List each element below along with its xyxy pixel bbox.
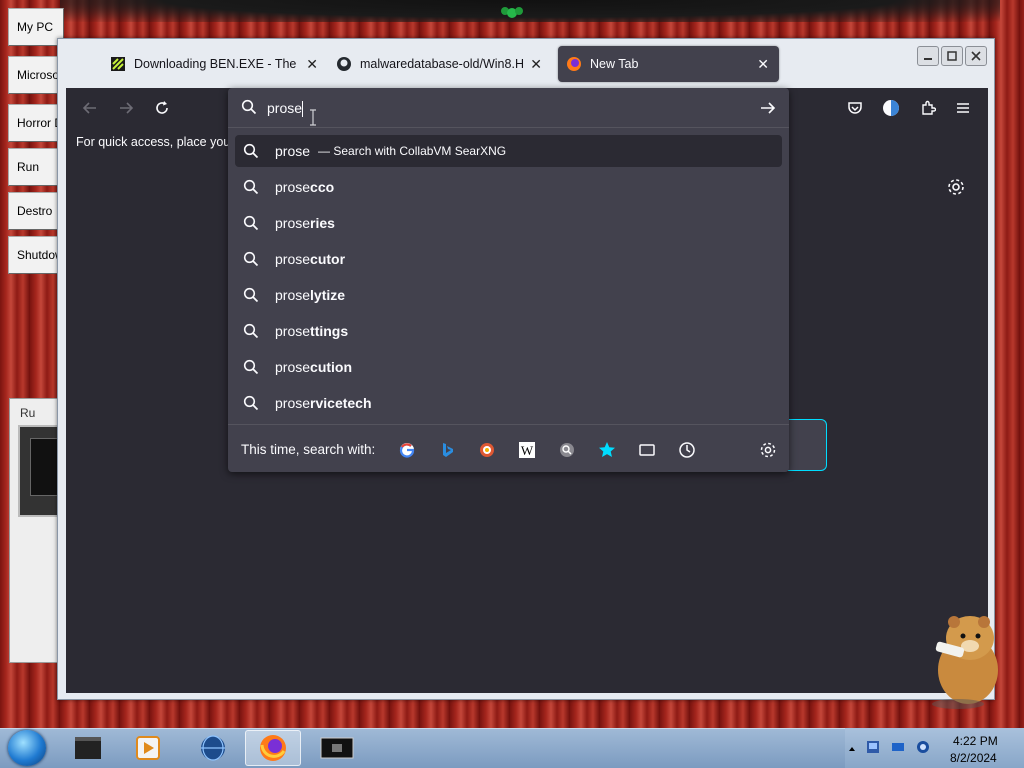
desktop-shortcut-my-pc[interactable]: My PC [8,8,64,46]
search-icon [243,179,259,195]
ben-exe-favicon [110,56,126,72]
taskbar-item-media-player[interactable] [120,730,176,766]
window-controls [917,46,987,66]
top-shade [60,0,1000,22]
bookmarks-toolbar-hint: For quick access, place your b [76,135,245,149]
suggestion-completion: ttings [310,323,349,339]
network-icon[interactable] [866,740,880,754]
url-typed-text: prose [267,100,303,116]
taskbar-item-globe[interactable] [185,730,241,766]
suggestion-completion: cutor [310,251,346,267]
close-icon[interactable]: ✕ [306,56,318,73]
suggestion-row[interactable]: prose cution [235,351,782,383]
suggestion-completion: lytize [310,287,346,303]
maximize-button[interactable] [941,46,963,66]
desktop-shortcut-shutdown[interactable]: Shutdow [8,236,64,274]
suggestion-row[interactable]: prose — Search with CollabVM SearXNG [235,135,782,167]
desktop-shortcut-horror[interactable]: Horror D [8,104,64,142]
tab-title: malwaredatabase-old/Win8.Ho [360,57,524,71]
suggestion-prefix: prose [275,287,311,303]
close-icon[interactable]: ✕ [757,56,769,73]
search-icon [243,395,259,411]
tab-new-tab[interactable]: New Tab ✕ [558,46,779,82]
forward-icon[interactable] [116,98,136,118]
tab-title: Downloading BEN.EXE - The Co [134,57,298,71]
suggestion-prefix: prose [275,215,311,231]
taskbar-item-firefox[interactable] [245,730,301,766]
suggestion-row[interactable]: prose ries [235,207,782,239]
tabs-icon[interactable] [637,440,657,460]
wikipedia-icon[interactable]: W [517,440,537,460]
bing-icon[interactable] [437,440,457,460]
firefox-icon [566,56,582,72]
tab-malwaredatabase[interactable]: malwaredatabase-old/Win8.Ho ✕ [336,46,552,82]
suggestion-row[interactable]: prose ttings [235,315,782,347]
urlbar-divider [228,127,789,128]
tray-expand-icon[interactable] [848,745,856,753]
svg-text:W: W [521,443,534,458]
text-caret [302,101,303,117]
suggestion-text: prose [275,143,311,159]
new-tab-settings-icon[interactable] [946,177,966,202]
theme-contrast-icon[interactable] [881,98,901,118]
suggestion-row[interactable]: prose lytize [235,279,782,311]
searxng-icon[interactable] [557,440,577,460]
menu-icon[interactable] [953,98,973,118]
suggestion-engine-hint: — Search with CollabVM SearXNG [318,144,507,158]
close-window-button[interactable] [965,46,987,66]
suggestion-prefix: prose [275,395,311,411]
search-settings-icon[interactable] [758,440,778,460]
pocket-icon[interactable] [845,98,865,118]
display-icon[interactable] [891,740,905,754]
hamster-mascot-image [932,616,998,709]
search-icon [243,359,259,375]
taskbar-item-run-window[interactable] [309,730,365,766]
github-icon [336,56,352,72]
search-icon [241,99,257,115]
minimize-button[interactable] [917,46,939,66]
search-icon [243,287,259,303]
search-icon [243,215,259,231]
suggestion-completion: cution [310,359,353,375]
suggestion-prefix: prose [275,251,311,267]
oneoff-label: This time, search with: [241,442,376,457]
suggestion-completion: ries [310,215,335,231]
suggestion-row[interactable]: prose rvicetech [235,387,782,419]
suggestion-completion: rvicetech [310,395,372,411]
oneoff-divider [228,424,789,425]
go-arrow-icon[interactable] [759,99,777,117]
desktop-shortcut-run[interactable]: Run [8,148,64,186]
close-icon[interactable]: ✕ [530,56,542,73]
extensions-icon[interactable] [918,98,938,118]
suggestion-row[interactable]: prose cutor [235,243,782,275]
bookmarks-icon[interactable] [597,440,617,460]
duckduckgo-icon[interactable] [477,440,497,460]
suggestion-prefix: prose [275,323,311,339]
taskbar-item-cmd[interactable] [60,730,116,766]
desktop-shortcut-microsoft[interactable]: Microsoft [8,56,64,94]
tab-downloading-ben-exe[interactable]: Downloading BEN.EXE - The Co ✕ [110,46,328,82]
reload-icon[interactable] [152,98,172,118]
green-ornament-icon [501,7,523,18]
search-icon [243,143,259,159]
clock-time[interactable]: 4:22 PM [953,734,998,748]
suggestion-prefix: prose [275,359,311,375]
tab-title: New Tab [590,57,639,71]
suggestion-prefix: prose [275,179,311,195]
start-button[interactable] [8,730,46,766]
google-icon[interactable] [397,440,417,460]
search-icon [243,251,259,267]
run-window-title: Ru [20,406,36,420]
run-window-preview-inner [30,438,60,496]
search-icon [243,323,259,339]
desktop-shortcut-destroy[interactable]: Destro [8,192,64,230]
suggestion-completion: cco [310,179,335,195]
history-icon[interactable] [677,440,697,460]
ibeam-cursor-icon [310,109,316,126]
suggestion-row[interactable]: prose cco [235,171,782,203]
back-icon[interactable] [80,98,100,118]
speaker-icon[interactable] [916,740,930,754]
clock-date[interactable]: 8/2/2024 [950,751,997,765]
